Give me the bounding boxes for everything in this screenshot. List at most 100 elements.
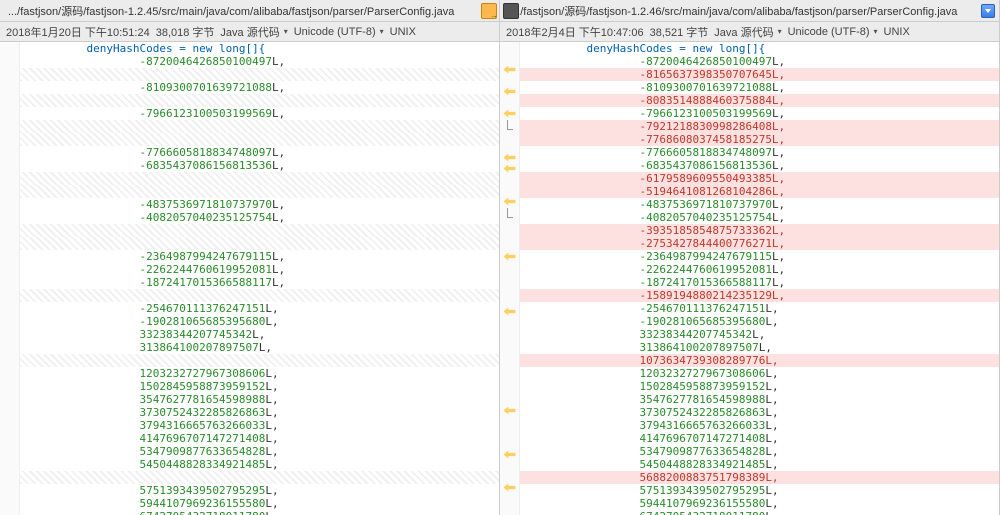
code-line: 4147696707147271408L, xyxy=(520,432,999,445)
merge-left-arrow-icon[interactable] xyxy=(504,451,516,459)
code-line: 5450448828334921485L, xyxy=(520,458,999,471)
merge-left-arrow-icon[interactable] xyxy=(504,66,516,74)
right-date: 2018年2月4日 下午10:47:06 xyxy=(506,24,644,40)
code-line: 5688200883751798389L, xyxy=(520,471,999,484)
code-line: -8109300701639721088L, xyxy=(20,81,499,94)
gutter-row xyxy=(500,152,519,163)
gutter-row xyxy=(0,405,19,416)
gutter-row xyxy=(0,350,19,361)
code-line xyxy=(20,120,499,133)
gutter-row xyxy=(500,482,519,493)
gutter-row xyxy=(500,262,519,273)
code-line: 313864100207897507L, xyxy=(20,341,499,354)
code-line: 6742705432718011780L, xyxy=(520,510,999,515)
code-line: -1872417015366588117L, xyxy=(20,276,499,289)
gutter-row xyxy=(0,152,19,163)
gutter-row xyxy=(0,240,19,251)
code-line: 1502845958873959152L, xyxy=(20,380,499,393)
merge-left-arrow-icon[interactable] xyxy=(504,484,516,492)
gutter-row xyxy=(0,372,19,383)
left-gutter xyxy=(0,42,20,515)
code-line: -1589194880214235129L, xyxy=(520,289,999,302)
gutter-row xyxy=(0,416,19,427)
gutter-row xyxy=(0,328,19,339)
gutter-row xyxy=(500,471,519,482)
right-path-bar: /.../fastjson/源码/fastjson-1.2.46/src/mai… xyxy=(500,0,999,22)
gutter-row xyxy=(500,427,519,438)
code-line xyxy=(20,94,499,107)
gutter-row xyxy=(0,75,19,86)
gutter-row xyxy=(500,449,519,460)
code-line: -6835437086156813536L, xyxy=(520,159,999,172)
gutter-row xyxy=(500,141,519,152)
code-line: 1073634739308289776L, xyxy=(520,354,999,367)
gutter-row xyxy=(500,372,519,383)
left-bytes: 38,018 字节 xyxy=(156,24,215,40)
code-line xyxy=(20,289,499,302)
code-line: -8165637398350707645L, xyxy=(520,68,999,81)
left-pane: .../fastjson/源码/fastjson-1.2.45/src/main… xyxy=(0,0,500,515)
gutter-row xyxy=(0,42,19,53)
code-line xyxy=(20,133,499,146)
gutter-row xyxy=(0,284,19,295)
left-code[interactable]: denyHashCodes = new long[]{ -87200464268… xyxy=(20,42,499,515)
code-line: 3730752432285826863L, xyxy=(20,406,499,419)
code-line: -6179589609550493385L, xyxy=(520,172,999,185)
code-line: 5450448828334921485L, xyxy=(20,458,499,471)
code-line: 313864100207897507L, xyxy=(520,341,999,354)
right-encoding-dropdown[interactable]: Unicode (UTF-8) xyxy=(788,26,878,38)
merge-continuation-icon xyxy=(507,120,513,130)
code-line: 1502845958873959152L, xyxy=(520,380,999,393)
gutter-row xyxy=(500,405,519,416)
gutter-row xyxy=(0,185,19,196)
right-code[interactable]: denyHashCodes = new long[]{ -87200464268… xyxy=(520,42,999,515)
code-line: 1203232727967308606L, xyxy=(520,367,999,380)
merge-left-arrow-icon[interactable] xyxy=(504,308,516,316)
gutter-row xyxy=(0,449,19,460)
code-line: -5194641081268104286L, xyxy=(520,185,999,198)
code-line: -190281065685395680L, xyxy=(20,315,499,328)
gutter-row xyxy=(0,108,19,119)
path-dropdown-icon[interactable] xyxy=(981,4,995,18)
left-lang-dropdown[interactable]: Java 源代码 xyxy=(220,24,287,40)
gutter-row xyxy=(0,504,19,515)
save-icon[interactable] xyxy=(503,3,519,19)
gutter-row xyxy=(0,394,19,405)
merge-left-arrow-icon[interactable] xyxy=(504,88,516,96)
left-encoding-dropdown[interactable]: Unicode (UTF-8) xyxy=(294,26,384,38)
gutter-row xyxy=(500,361,519,372)
code-line: 5347909877633654828L, xyxy=(520,445,999,458)
gutter-row xyxy=(500,86,519,97)
code-line: 33238344207745342L, xyxy=(520,328,999,341)
merge-left-arrow-icon[interactable] xyxy=(504,154,516,162)
code-line: -7921218830998286408L, xyxy=(520,120,999,133)
gutter-row xyxy=(0,218,19,229)
code-line: 3730752432285826863L, xyxy=(520,406,999,419)
right-meta-bar: 2018年2月4日 下午10:47:06 38,521 字节 Java 源代码 … xyxy=(500,22,999,42)
merge-left-arrow-icon[interactable] xyxy=(504,407,516,415)
gutter-row xyxy=(500,295,519,306)
merge-left-arrow-icon[interactable] xyxy=(504,253,516,261)
gutter-row xyxy=(500,64,519,75)
right-lang-dropdown[interactable]: Java 源代码 xyxy=(714,24,781,40)
right-pane: /.../fastjson/源码/fastjson-1.2.46/src/mai… xyxy=(500,0,1000,515)
gutter-row xyxy=(500,108,519,119)
code-line: -3935185854875733362L, xyxy=(520,224,999,237)
gutter-row xyxy=(500,438,519,449)
merge-left-arrow-icon[interactable] xyxy=(504,165,516,173)
gutter-row xyxy=(0,493,19,504)
code-line: 3547627781654598988L, xyxy=(520,393,999,406)
left-file-path: .../fastjson/源码/fastjson-1.2.45/src/main… xyxy=(4,3,479,19)
gutter-row xyxy=(500,273,519,284)
merge-left-arrow-icon[interactable] xyxy=(504,198,516,206)
code-line: 5944107969236155580L, xyxy=(520,497,999,510)
gutter-row xyxy=(500,251,519,262)
gutter-row xyxy=(0,163,19,174)
code-line: 3794316665763266033L, xyxy=(20,419,499,432)
right-file-path: /.../fastjson/源码/fastjson-1.2.46/src/mai… xyxy=(504,3,979,19)
merge-left-arrow-icon[interactable] xyxy=(504,110,516,118)
code-line: 3794316665763266033L, xyxy=(520,419,999,432)
open-folder-icon[interactable] xyxy=(481,3,497,19)
gutter-row xyxy=(500,75,519,86)
gutter-row xyxy=(500,350,519,361)
